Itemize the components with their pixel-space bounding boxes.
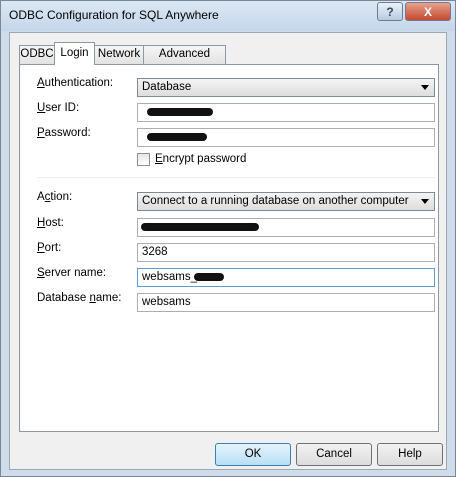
authentication-combo[interactable]: Database [137,78,435,97]
redacted-value [147,108,213,116]
section-divider [37,177,435,178]
cancel-button[interactable]: Cancel [296,443,372,466]
authentication-value: Database [142,81,192,93]
tab-network[interactable]: Network [94,45,144,64]
ok-button[interactable]: OK [215,443,291,466]
title-bar[interactable]: ODBC Configuration for SQL Anywhere ? X [1,1,455,31]
password-field[interactable] [137,128,435,147]
tab-odbc[interactable]: ODBC [19,45,55,64]
database-name-field[interactable]: websams [137,293,435,312]
help-icon[interactable]: ? [377,2,403,21]
password-label: Password: [37,127,91,139]
help-button[interactable]: Help [377,443,443,466]
chevron-down-icon [421,85,429,90]
action-label: Action: [37,191,73,203]
host-field[interactable] [137,218,435,237]
action-combo[interactable]: Connect to a running database on another… [137,192,435,211]
port-value: 3268 [142,246,168,258]
host-label: Host: [37,217,64,229]
dialog-client-area: ODBC Login Network Advanced Authenticati… [9,32,447,470]
port-label: Port: [37,242,62,254]
tab-login[interactable]: Login [54,42,95,65]
server-name-label: Server name: [37,267,107,279]
redacted-value [147,133,207,141]
server-name-value: websams_ [142,271,197,283]
server-name-field[interactable]: websams_ [137,268,435,287]
encrypt-password-label: Encrypt password [155,153,247,165]
encrypt-password-checkbox[interactable] [137,153,150,166]
redacted-value [194,273,224,281]
authentication-label: Authentication: [37,77,114,89]
tab-advanced[interactable]: Advanced [143,45,226,64]
database-name-value: websams [142,296,191,308]
action-value: Connect to a running database on another… [142,195,409,207]
odbc-config-dialog: ODBC Configuration for SQL Anywhere ? X … [0,0,456,477]
database-name-label: Database name: [37,292,122,304]
port-field[interactable]: 3268 [137,243,435,262]
user-id-label: User ID: [37,102,80,114]
redacted-value [141,223,259,231]
login-tab-panel: Authentication: Database User ID: Passwo… [19,64,439,432]
chevron-down-icon [421,199,429,204]
close-icon[interactable]: X [405,2,451,21]
user-id-field[interactable] [137,103,435,122]
window-title: ODBC Configuration for SQL Anywhere [9,8,219,22]
